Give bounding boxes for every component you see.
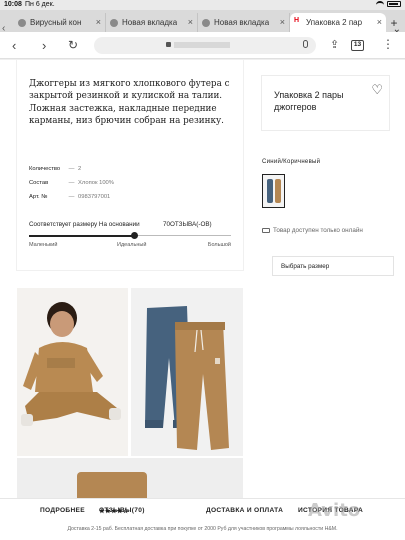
battery-icon — [387, 1, 401, 7]
product-photo-model[interactable] — [17, 288, 128, 456]
share-icon[interactable]: ⇪ — [330, 38, 339, 51]
hm-favicon-icon: H — [294, 17, 300, 24]
size-select[interactable]: Выбрать размер — [272, 256, 394, 276]
fit-tick-ideal: Идеальный — [117, 242, 147, 248]
mic-icon[interactable] — [303, 40, 308, 48]
fit-label: Соответствует размеру На основании — [29, 221, 140, 228]
tab-strip: ‹ Вирусный кон × Новая вкладка × Новая в… — [0, 10, 405, 35]
fit-tick-large: Большой — [207, 242, 231, 248]
tab-2[interactable]: Новая вкладка × — [106, 13, 198, 32]
tab-count-button[interactable]: 13 — [351, 40, 364, 51]
menu-icon[interactable]: ⋮ — [382, 37, 394, 51]
forward-icon[interactable]: › — [42, 38, 46, 53]
lock-icon — [166, 42, 171, 47]
clock: 10:08 — [4, 1, 22, 8]
avito-watermark: Avito — [308, 500, 361, 521]
address-bar[interactable] — [94, 37, 316, 54]
product-description: Джоггеры из мягкого хлопкового футера с … — [29, 79, 230, 127]
fit-scale-fill — [29, 234, 134, 237]
color-swatch[interactable] — [262, 174, 285, 208]
delivery-note: Доставка 2-15 раб. Бесплатная доставка п… — [67, 526, 338, 532]
date: Пн 6 дек. — [25, 1, 55, 8]
close-icon[interactable]: × — [377, 17, 382, 27]
description-card: Джоггеры из мягкого хлопкового футера с … — [17, 60, 243, 270]
status-bar: 10:08 Пн 6 дек. — [0, 0, 405, 10]
browser-toolbar: ‹ › ↻ ⇪ 13 ⋮ — [0, 32, 405, 59]
swatch-blue-pant — [267, 179, 273, 203]
product-title-card: Упаковка 2 пары джоггеров ♡ — [262, 76, 389, 130]
color-label: Синий/Коричневый — [262, 159, 321, 165]
favicon-icon — [18, 19, 26, 27]
close-icon[interactable]: × — [280, 17, 285, 27]
spec-quantity: Количество — 2 — [29, 166, 82, 172]
web-page: Джоггеры из мягкого хлопкового футера с … — [0, 60, 405, 540]
status-icons — [376, 1, 401, 7]
tab-1[interactable]: Вирусный кон × — [14, 13, 106, 32]
tab-3[interactable]: Новая вкладка × — [198, 13, 290, 32]
swatch-brown-pant — [275, 179, 281, 203]
back-icon[interactable]: ‹ — [12, 38, 16, 53]
truck-icon — [262, 228, 270, 233]
product-photo-flatlay[interactable] — [131, 288, 243, 456]
wifi-icon — [376, 1, 384, 7]
availability: Товар доступен только онлайн — [262, 227, 363, 234]
fit-reviews-link[interactable]: 70ОТЗЫВА(-ОВ) — [163, 221, 212, 228]
product-summary: Упаковка 2 пары джоггеров ♡ Синий/Коричн… — [262, 60, 394, 300]
fit-tick-small: Маленький — [29, 242, 58, 248]
model-illustration — [17, 288, 128, 456]
close-icon[interactable]: × — [188, 17, 193, 27]
rating-stars-icon: ★★★★☆ — [99, 508, 129, 515]
close-icon[interactable]: × — [96, 17, 101, 27]
heart-icon[interactable]: ♡ — [371, 82, 383, 98]
spec-article: Арт. № — 0983797001 — [29, 194, 111, 200]
url-text — [174, 42, 230, 48]
tab-active[interactable]: H Упаковка 2 пар × — [290, 13, 386, 32]
product-title: Упаковка 2 пары джоггеров — [274, 90, 344, 112]
pants-illustration — [131, 288, 243, 456]
favicon-icon — [202, 19, 210, 27]
fit-scale-marker — [131, 232, 138, 239]
spec-composition: Состав — Хлопок 100% — [29, 180, 114, 186]
nav-details[interactable]: ПОДРОБНЕЕ — [40, 507, 85, 514]
product-bottom-nav: ПОДРОБНЕЕ ОТЗЫВЫ(70) ★★★★☆ ДОСТАВКА И ОП… — [0, 498, 405, 540]
reload-icon[interactable]: ↻ — [68, 38, 78, 52]
favicon-icon — [110, 19, 118, 27]
nav-delivery[interactable]: ДОСТАВКА И ОПЛАТА — [206, 507, 283, 514]
fit-scale — [29, 232, 231, 239]
